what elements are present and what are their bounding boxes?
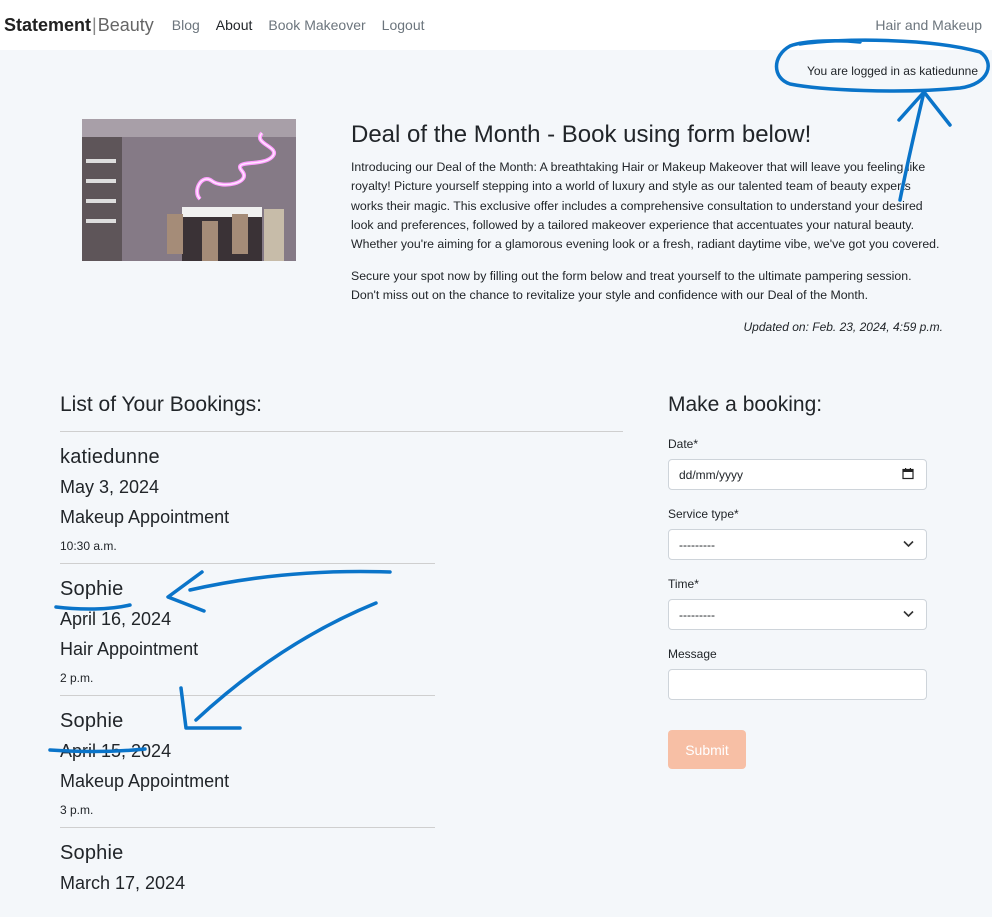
message-input[interactable]: [668, 669, 927, 700]
booking-name: Sophie: [60, 842, 124, 864]
booking-time: 3 p.m.: [60, 803, 94, 817]
calendar-icon[interactable]: [902, 467, 914, 482]
salon-image: [82, 119, 296, 261]
time-select[interactable]: ---------: [668, 599, 927, 630]
updated-timestamp: Updated on: Feb. 23, 2024, 4:59 p.m.: [743, 319, 943, 334]
time-label: Time*: [668, 577, 699, 591]
booking-name: katiedunne: [60, 446, 160, 468]
deal-call-to-action: Secure your spot now by filling out the …: [351, 268, 912, 303]
submit-button[interactable]: Submit: [668, 730, 746, 769]
booking-service: Hair Appointment: [60, 639, 199, 659]
deal-of-the-month-section: Deal of the Month - Book using form belo…: [351, 121, 943, 334]
booking-form-title: Make a booking:: [668, 393, 823, 416]
booking-date: May 3, 2024: [60, 477, 160, 497]
date-input[interactable]: dd/mm/yyyy: [668, 459, 927, 490]
bookings-title: List of Your Bookings:: [60, 393, 623, 432]
time-value: ---------: [679, 607, 715, 622]
navbar: Statement | Beauty Blog About Book Makeo…: [0, 0, 992, 50]
nav-link-blog[interactable]: Blog: [172, 17, 200, 33]
nav-link-about[interactable]: About: [216, 17, 253, 33]
booking-name: Sophie: [60, 578, 124, 600]
date-input-value: dd/mm/yyyy: [679, 467, 744, 482]
chevron-down-icon: [903, 539, 914, 551]
service-type-label: Service type*: [668, 507, 739, 521]
brand-name-light: Beauty: [97, 14, 154, 35]
date-label: Date*: [668, 437, 699, 451]
booking-form: Make a booking: Date* dd/mm/yyyy Service…: [668, 393, 927, 769]
service-type-value: ---------: [679, 537, 715, 552]
nav-link-hair-and-makeup[interactable]: Hair and Makeup: [875, 17, 982, 33]
booking-item: Sophie April 15, 2024 Makeup Appointment…: [60, 696, 435, 828]
brand-logo[interactable]: Statement | Beauty: [4, 15, 154, 36]
chevron-down-icon: [903, 609, 914, 621]
bookings-list: List of Your Bookings: katiedunne May 3,…: [60, 393, 623, 913]
deal-description: Introducing our Deal of the Month: A bre…: [351, 159, 940, 252]
booking-item: Sophie April 16, 2024 Hair Appointment 2…: [60, 564, 435, 696]
booking-date: April 15, 2024: [60, 741, 172, 761]
booking-time: 2 p.m.: [60, 671, 94, 685]
message-label: Message: [668, 647, 717, 661]
deal-title: Deal of the Month - Book using form belo…: [351, 121, 812, 148]
nav-link-logout[interactable]: Logout: [382, 17, 425, 33]
booking-date: March 17, 2024: [60, 873, 186, 893]
booking-item: katiedunne May 3, 2024 Makeup Appointmen…: [60, 432, 435, 564]
service-type-select[interactable]: ---------: [668, 529, 927, 560]
booking-date: April 16, 2024: [60, 609, 172, 629]
booking-name: Sophie: [60, 710, 124, 732]
nav-links: Blog About Book Makeover Logout: [164, 17, 433, 33]
logged-in-status: You are logged in as katiedunne: [806, 64, 978, 78]
brand-name-bold: Statement: [4, 14, 92, 35]
nav-link-book-makeover[interactable]: Book Makeover: [268, 17, 365, 33]
booking-item: Sophie March 17, 2024: [60, 828, 435, 913]
brand-separator: |: [92, 14, 97, 35]
booking-service: Makeup Appointment: [60, 507, 230, 527]
booking-time: 10:30 a.m.: [60, 539, 117, 553]
booking-service: Makeup Appointment: [60, 771, 230, 791]
